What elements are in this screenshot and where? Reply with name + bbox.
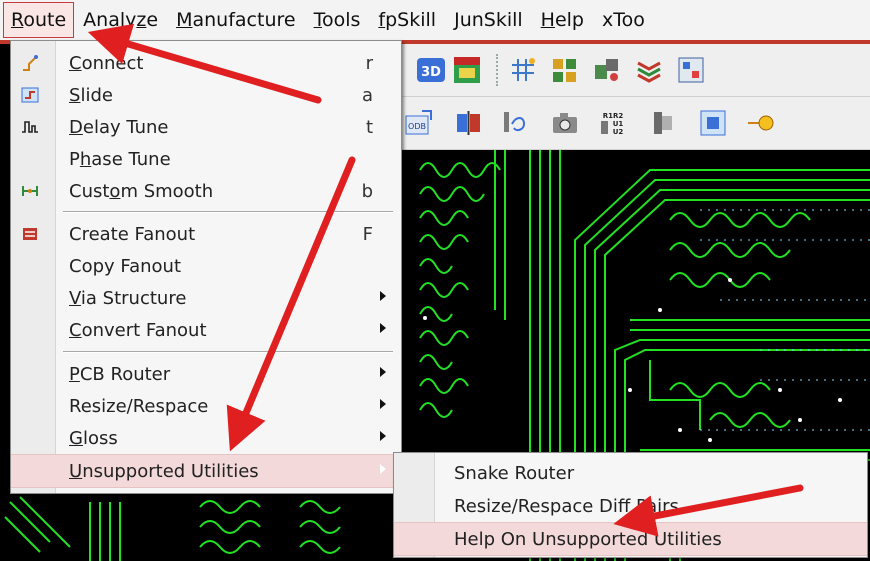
menu-item-delay-tune[interactable]: Delay Tune t (11, 111, 401, 143)
toolbar-separator (496, 54, 501, 86)
flip-board-icon[interactable] (452, 55, 482, 85)
menu-item-custom-smooth[interactable]: Custom Smooth b (11, 175, 401, 207)
menu-manufacture-label: anufacture (192, 9, 296, 31)
submenu-arrow-icon (380, 367, 386, 377)
menu-item-label: Slide (69, 85, 113, 106)
menu-item-pcb-router[interactable]: PCB Router (11, 358, 401, 390)
menu-item-label: Convert Fanout (69, 320, 207, 341)
menu-item-gloss[interactable]: Gloss (11, 422, 401, 454)
board-outline-icon[interactable] (698, 108, 728, 138)
submenu-item-label: Resize/Respace Diff Pairs (454, 496, 679, 517)
3d-view-icon[interactable]: 3D (416, 55, 446, 85)
components-icon[interactable] (592, 55, 622, 85)
menu-manufacture-key: M (176, 9, 193, 31)
submenu-item-label: Help On Unsupported Utilities (454, 529, 722, 550)
create-fanout-icon (23, 228, 37, 240)
menu-route[interactable]: Route (3, 2, 75, 38)
menu-xtoo[interactable]: xToo (593, 2, 654, 38)
measure-icon[interactable] (746, 108, 776, 138)
connector-icon[interactable] (648, 108, 678, 138)
menu-tools-key: T (313, 9, 322, 31)
submenu-arrow-icon (380, 431, 386, 441)
menu-item-label: Resize/Respace (69, 396, 209, 417)
menu-item-resize-respace[interactable]: Resize/Respace (11, 390, 401, 422)
delay-tune-icon (22, 121, 38, 133)
svg-text:R1R2: R1R2 (603, 112, 624, 120)
submenu-arrow-icon (380, 464, 386, 474)
menu-item-label: PCB Router (69, 364, 171, 385)
menu-item-label: Unsupported Utilities (69, 461, 259, 482)
menu-route-key: R (11, 9, 24, 31)
svg-text:ODB: ODB (408, 122, 426, 131)
menu-fpskill[interactable]: fpSkill (369, 2, 445, 38)
svg-text:3D: 3D (421, 65, 441, 80)
camera-icon[interactable] (550, 108, 580, 138)
menu-help[interactable]: Help (532, 2, 593, 38)
menu-route-label: oute (23, 9, 67, 31)
odb-export-icon[interactable]: ODB (404, 108, 434, 138)
menu-tools[interactable]: Tools (305, 2, 370, 38)
menu-item-shortcut: r (365, 53, 373, 74)
menu-item-shortcut: a (361, 85, 373, 106)
toolbar-bottom: ODB R1R2 U1 U2 (400, 97, 870, 150)
connect-icon (23, 55, 38, 71)
menu-item-via-structure[interactable]: Via Structure (11, 282, 401, 314)
submenu-arrow-icon (380, 399, 386, 409)
route-dropdown-menu: Connect r Slide a Delay Tune t Phase Tun… (10, 40, 402, 494)
grid-icon[interactable] (508, 55, 538, 85)
split-view-icon[interactable] (454, 108, 484, 138)
menu-tools-label: ools (321, 9, 361, 31)
custom-smooth-icon (22, 186, 38, 196)
menu-item-label: Connect (69, 53, 144, 74)
menu-bar: Route Analyze Manufacture Tools fpSkill … (0, 0, 870, 41)
menu-help-label: elp (554, 9, 584, 31)
menu-item-label: Custom Smooth (69, 181, 214, 202)
menu-manufacture[interactable]: Manufacture (167, 2, 305, 38)
menu-junskill-label: unSkill (459, 9, 523, 31)
toolbar-top: 3D (400, 44, 870, 97)
menu-xtoo-label: xToo (602, 9, 645, 31)
menu-item-connect[interactable]: Connect r (11, 47, 401, 79)
menu-help-key: H (540, 9, 555, 31)
svg-text:U1: U1 (613, 120, 624, 128)
submenu-arrow-icon (380, 291, 386, 301)
probe-icon[interactable] (500, 108, 530, 138)
menu-item-label: Gloss (69, 428, 118, 449)
menu-item-shortcut: b (361, 181, 373, 202)
menu-junskill[interactable]: JunSkill (445, 2, 532, 38)
layers-icon[interactable] (634, 55, 664, 85)
submenu-item-label: Snake Router (454, 463, 575, 484)
menu-analyze[interactable]: Analyze (74, 2, 167, 38)
menu-analyze-label: Analyze (83, 9, 159, 31)
menu-item-shortcut: t (365, 117, 373, 138)
menu-separator (63, 351, 393, 353)
layout-icon[interactable] (550, 55, 580, 85)
unsupported-utilities-submenu: Snake Router Resize/Respace Diff Pairs H… (393, 452, 868, 558)
menu-item-phase-tune[interactable]: Phase Tune (11, 143, 401, 175)
menu-item-label: Delay Tune (69, 117, 169, 138)
submenu-item-resize-respace-diff-pairs[interactable]: Resize/Respace Diff Pairs (394, 490, 867, 522)
menu-item-label: Phase Tune (69, 149, 171, 170)
refdes-icon[interactable]: R1R2 U1 U2 (598, 108, 628, 138)
submenu-arrow-icon (380, 323, 386, 333)
svg-text:U2: U2 (613, 128, 624, 136)
slide-icon (21, 87, 39, 103)
submenu-item-help-on-unsupported-utilities[interactable]: Help On Unsupported Utilities (394, 522, 867, 556)
menu-fpskill-label: pSkill (385, 9, 437, 31)
menu-item-shortcut: F (362, 224, 373, 245)
menu-item-label: Create Fanout (69, 224, 196, 245)
menu-item-unsupported-utilities[interactable]: Unsupported Utilities (11, 454, 401, 488)
schematic-icon[interactable] (676, 55, 706, 85)
menu-item-slide[interactable]: Slide a (11, 79, 401, 111)
menu-item-copy-fanout[interactable]: Copy Fanout (11, 250, 401, 282)
submenu-item-snake-router[interactable]: Snake Router (394, 457, 867, 489)
menu-item-label: Via Structure (69, 288, 187, 309)
menu-item-label: Copy Fanout (69, 256, 181, 277)
menu-item-convert-fanout[interactable]: Convert Fanout (11, 314, 401, 346)
pcb-canvas-left[interactable] (0, 492, 400, 561)
menu-separator (63, 211, 393, 213)
menu-item-create-fanout[interactable]: Create Fanout F (11, 218, 401, 250)
